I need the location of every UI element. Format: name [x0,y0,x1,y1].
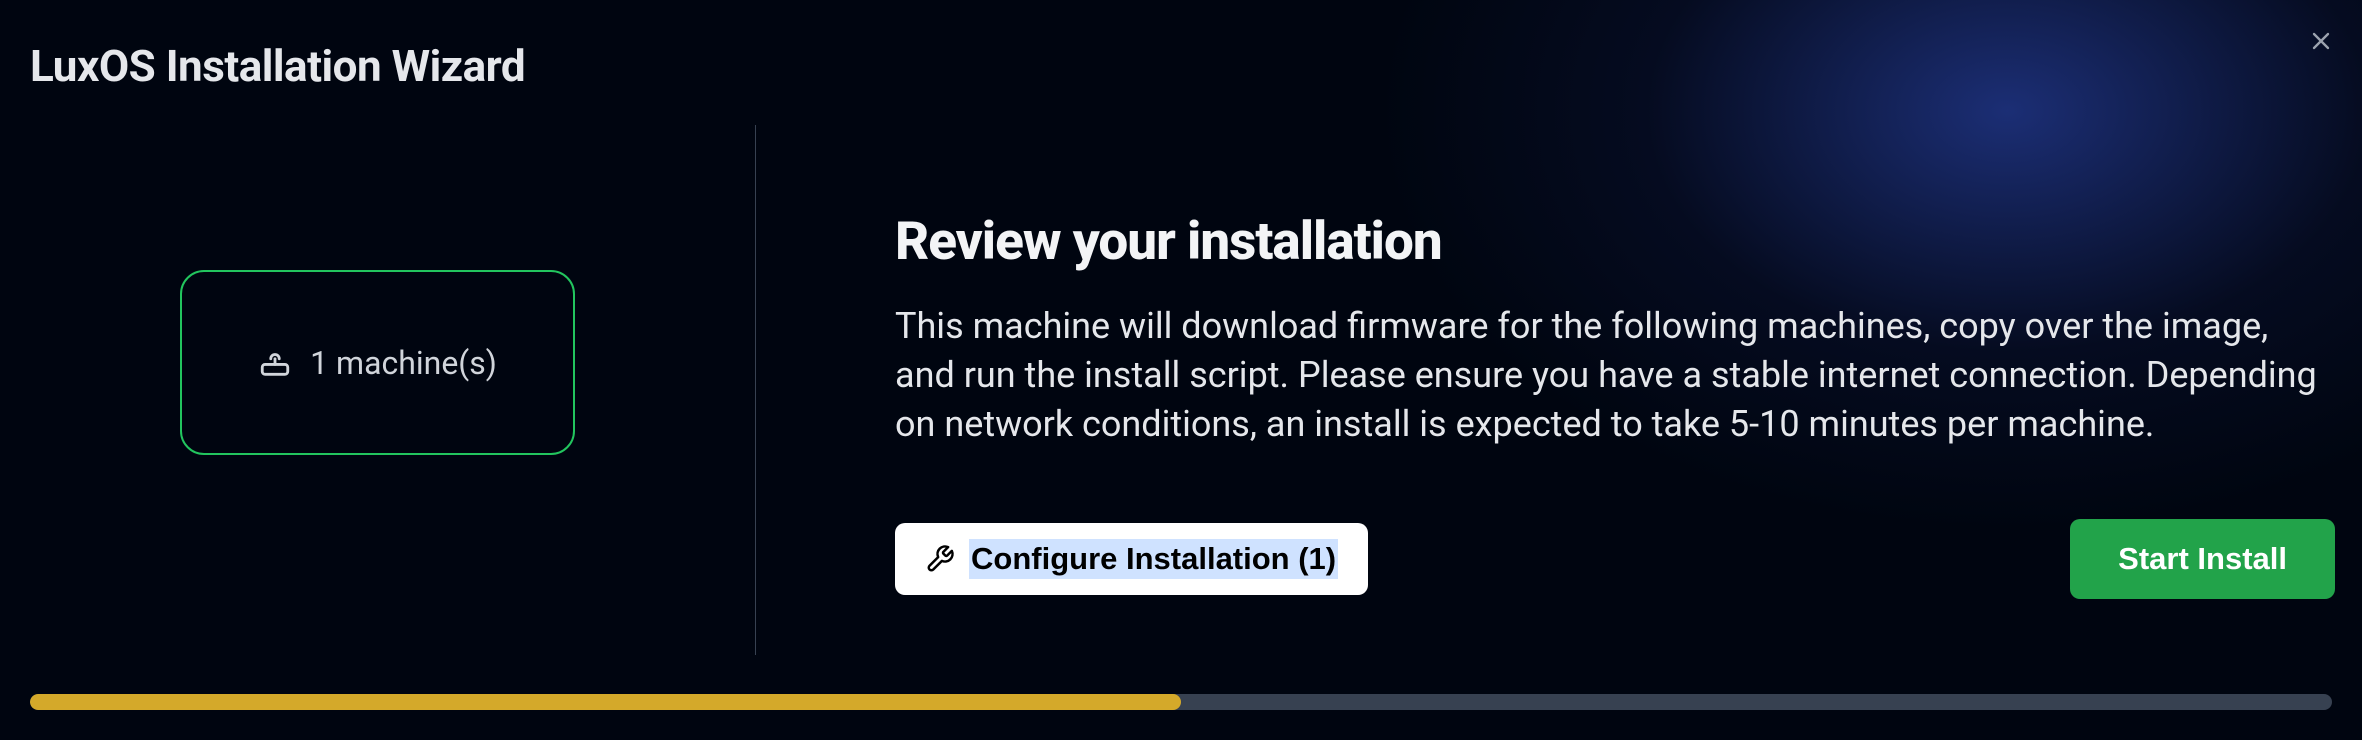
action-buttons: Configure Installation (1) Start Install [895,519,2335,599]
wrench-icon [925,544,955,574]
machine-card[interactable]: 1 machine(s) [180,270,575,455]
progress-bar-track [30,694,2332,710]
configure-button-label: Configure Installation (1) [969,539,1338,579]
review-heading: Review your installation [895,210,2325,272]
review-description: This machine will download firmware for … [895,302,2325,449]
main-content: Review your installation This machine wi… [895,210,2325,599]
configure-installation-button[interactable]: Configure Installation (1) [895,523,1368,595]
vertical-divider [755,125,756,655]
router-icon [258,346,292,380]
progress-bar-fill [30,694,1181,710]
wizard-title: LuxOS Installation Wizard [30,40,525,92]
start-install-button[interactable]: Start Install [2070,519,2335,599]
machine-count-label: 1 machine(s) [310,344,497,382]
close-icon [2307,27,2335,55]
left-panel: 1 machine(s) [0,125,755,655]
close-button[interactable] [2305,25,2337,57]
